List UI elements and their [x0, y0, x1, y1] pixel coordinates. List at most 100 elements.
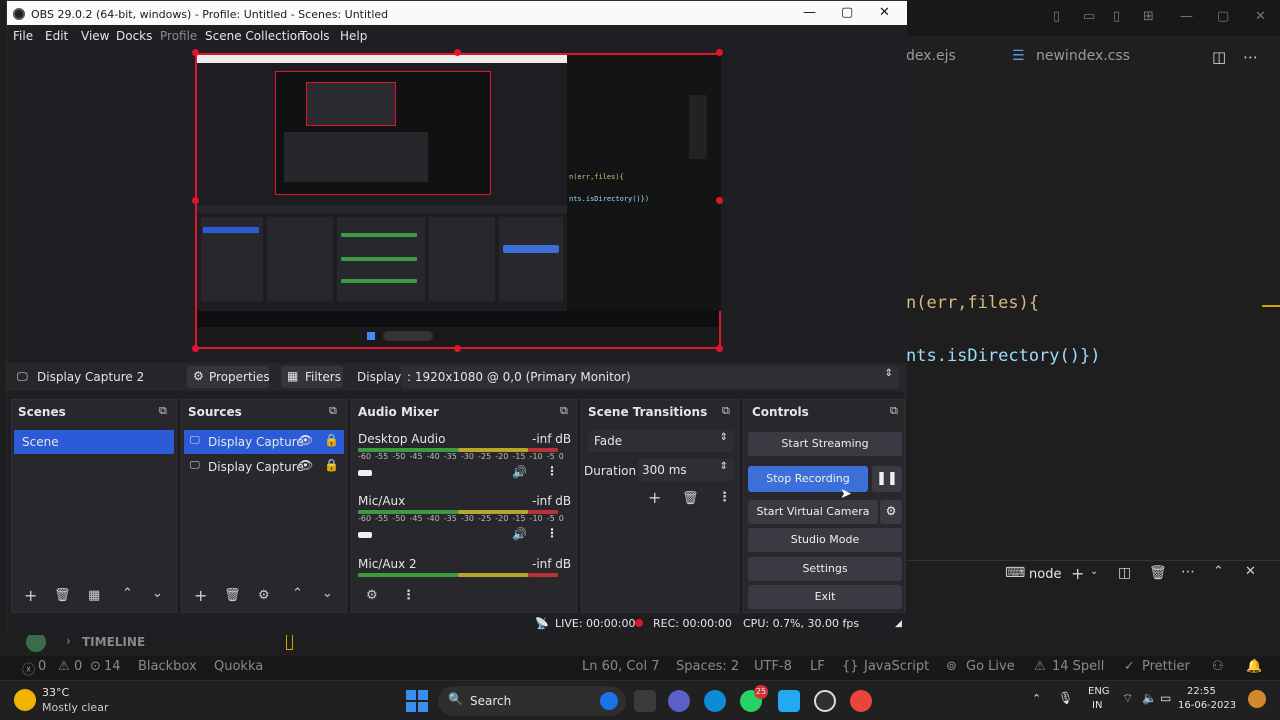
scene-item-selected[interactable]: Scene: [14, 430, 174, 454]
windows-start-icon[interactable]: [406, 690, 428, 712]
language-label[interactable]: ENG: [1088, 686, 1110, 697]
layout-panel-icon[interactable]: ▭: [1083, 9, 1095, 24]
resize-grip-icon[interactable]: ◢: [895, 619, 902, 629]
resize-handle-t[interactable]: [454, 49, 461, 56]
layout-sidebar-icon[interactable]: ▯: [1053, 9, 1060, 24]
more-options-icon[interactable]: ⋮: [546, 464, 558, 478]
ports-count[interactable]: 14: [104, 659, 121, 674]
obs-icon[interactable]: [814, 690, 836, 712]
resize-handle-bl[interactable]: [192, 345, 199, 352]
undock-icon[interactable]: ⧉: [890, 404, 898, 418]
properties-button[interactable]: ⚙ Properties: [187, 366, 270, 388]
editor-tab-index-ejs[interactable]: dex.ejs: [906, 48, 956, 64]
weather-desc[interactable]: Mostly clear: [42, 701, 108, 714]
teams-icon[interactable]: [668, 690, 690, 712]
bell-icon[interactable]: 🔔: [1246, 659, 1262, 674]
undock-icon[interactable]: ⧉: [560, 404, 568, 418]
exit-button[interactable]: Exit: [748, 585, 902, 609]
account-icon[interactable]: ⚇: [1212, 659, 1224, 674]
advanced-audio-gear-icon[interactable]: ⚙: [366, 588, 378, 603]
transition-select[interactable]: Fade ⇕: [588, 430, 734, 452]
microphone-icon[interactable]: 🎙: [1058, 691, 1073, 705]
wifi-icon[interactable]: ⌔: [1122, 691, 1133, 706]
ports-icon[interactable]: ⊙: [90, 659, 101, 674]
terminal-name[interactable]: node: [1029, 567, 1061, 582]
preview-canvas[interactable]: n(err,files){ nts.isDirectory()}): [195, 53, 721, 349]
display-select[interactable]: : 1920x1080 @ 0,0 (Primary Monitor) ⇕: [401, 366, 899, 388]
close-icon[interactable]: ✕: [1255, 9, 1266, 24]
language-mode[interactable]: JavaScript: [864, 659, 929, 674]
warnings-icon[interactable]: ⚠: [58, 659, 70, 674]
blackbox-status[interactable]: Blackbox: [138, 659, 197, 674]
source-item-selected[interactable]: 🖵 Display Capture 👁 🔒: [184, 430, 344, 454]
more-actions-icon[interactable]: ⋯: [1243, 48, 1258, 66]
new-terminal-icon[interactable]: +: [1071, 564, 1084, 583]
close-panel-icon[interactable]: ✕: [1245, 564, 1256, 579]
add-scene-icon[interactable]: +: [24, 586, 37, 605]
eye-icon[interactable]: 👁: [298, 433, 313, 447]
menu-view[interactable]: View: [81, 29, 109, 43]
more-options-icon[interactable]: ⋮: [402, 588, 415, 603]
preview-area[interactable]: n(err,files){ nts.isDirectory()}): [7, 47, 907, 363]
weather-temp[interactable]: 33°C: [42, 686, 69, 699]
eol[interactable]: LF: [810, 659, 825, 674]
resize-handle-l[interactable]: [192, 197, 199, 204]
menu-help[interactable]: Help: [340, 29, 367, 43]
undock-icon[interactable]: ⧉: [329, 404, 337, 418]
undock-icon[interactable]: ⧉: [722, 404, 730, 418]
resize-handle-tr[interactable]: [716, 49, 723, 56]
resize-handle-r[interactable]: [716, 197, 723, 204]
add-transition-icon[interactable]: +: [648, 488, 661, 507]
resize-handle-tl[interactable]: [192, 49, 199, 56]
minimize-icon[interactable]: —: [1180, 9, 1193, 24]
menu-tools[interactable]: Tools: [300, 29, 330, 43]
indentation[interactable]: Spaces: 2: [676, 659, 739, 674]
battery-icon[interactable]: ▭: [1160, 691, 1171, 705]
minimize-icon[interactable]: —: [803, 5, 816, 20]
more-options-icon[interactable]: ⋮: [546, 526, 558, 540]
trash-icon[interactable]: 🗑: [1149, 565, 1167, 581]
duration-input[interactable]: 300 ms ⇕: [638, 459, 734, 481]
encoding[interactable]: UTF-8: [754, 659, 792, 674]
chrome-icon[interactable]: [850, 690, 872, 712]
menu-profile[interactable]: Profile: [160, 29, 197, 43]
quokka-status[interactable]: Quokka: [214, 659, 263, 674]
layout-secondary-icon[interactable]: ▯: [1113, 9, 1120, 24]
resize-handle-br[interactable]: [716, 345, 723, 352]
eye-icon[interactable]: 👁: [298, 458, 313, 472]
add-source-icon[interactable]: +: [194, 586, 207, 605]
resize-handle-b[interactable]: [454, 345, 461, 352]
clock-date[interactable]: 16-06-2023: [1178, 700, 1236, 711]
volume-slider[interactable]: [358, 532, 372, 538]
spell-count[interactable]: 14 Spell: [1052, 659, 1104, 674]
speaker-icon[interactable]: 🔊: [512, 465, 527, 479]
timeline-section[interactable]: › TIMELINE: [0, 632, 320, 654]
chevron-down-icon[interactable]: ⌄: [1090, 566, 1098, 577]
trash-icon[interactable]: 🗑: [682, 491, 699, 506]
close-icon[interactable]: ✕: [879, 5, 890, 20]
gear-icon[interactable]: ⚙: [258, 588, 270, 603]
clock-time[interactable]: 22:55: [1187, 686, 1216, 697]
chevron-up-icon[interactable]: ⌃: [1032, 692, 1041, 705]
notification-center-icon[interactable]: [1248, 690, 1266, 708]
lock-icon[interactable]: 🔒: [324, 433, 339, 447]
errors-count[interactable]: 0: [38, 659, 46, 674]
settings-button[interactable]: Settings: [748, 557, 902, 581]
cursor-position[interactable]: Ln 60, Col 7: [582, 659, 659, 674]
maximize-icon[interactable]: ▢: [841, 5, 853, 20]
trash-icon[interactable]: 🗑: [54, 588, 71, 603]
start-virtual-camera-button[interactable]: Start Virtual Camera: [748, 500, 878, 524]
undock-icon[interactable]: ⧉: [159, 404, 167, 418]
layout-customize-icon[interactable]: ⊞: [1143, 9, 1154, 24]
warnings-count[interactable]: 0: [74, 659, 82, 674]
volume-slider[interactable]: [358, 470, 372, 476]
arrow-up-icon[interactable]: ⌃: [292, 586, 303, 601]
task-view-icon[interactable]: [634, 690, 656, 712]
menu-edit[interactable]: Edit: [45, 29, 68, 43]
arrow-down-icon[interactable]: ⌄: [152, 586, 163, 601]
pause-recording-button[interactable]: ❚❚: [872, 466, 902, 492]
split-terminal-icon[interactable]: ◫: [1118, 565, 1131, 581]
start-streaming-button[interactable]: Start Streaming: [748, 432, 902, 456]
prettier-status[interactable]: Prettier: [1142, 659, 1190, 674]
more-options-icon[interactable]: ⋮: [718, 490, 731, 505]
